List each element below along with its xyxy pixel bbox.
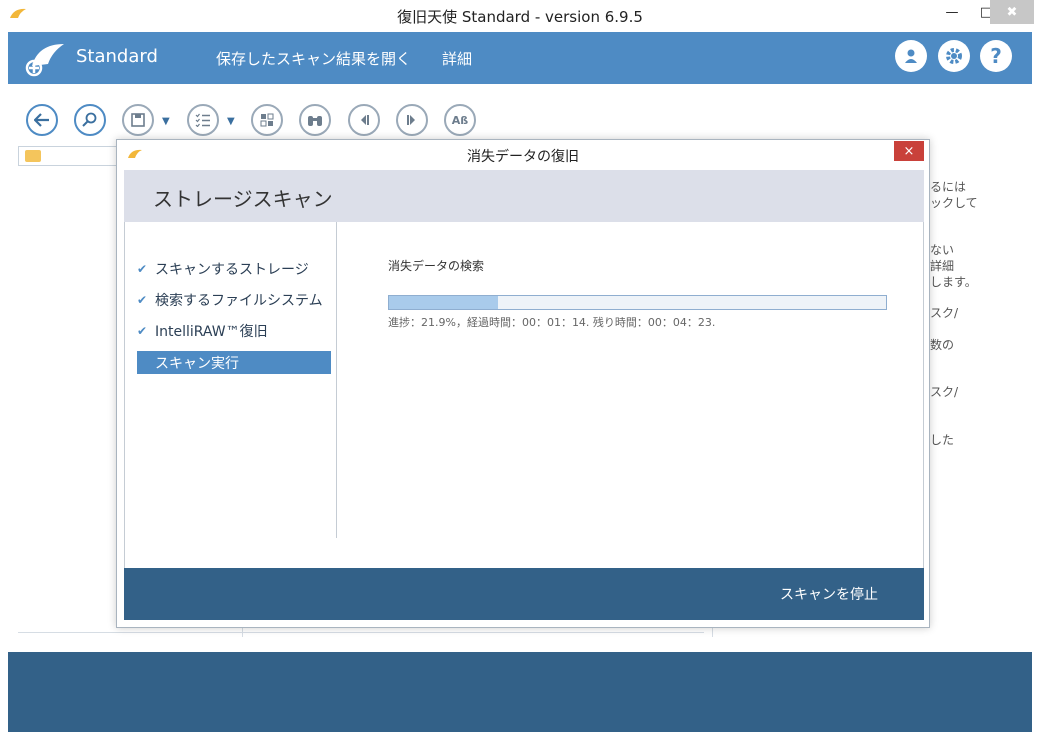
binoculars-icon (308, 116, 322, 126)
next-button[interactable] (396, 104, 428, 136)
save-button[interactable] (122, 104, 154, 136)
find-button[interactable] (299, 104, 331, 136)
magnifier-icon (82, 112, 97, 127)
save-dropdown-caret[interactable]: ▼ (162, 116, 170, 127)
next-icon (407, 115, 415, 125)
checklist-icon (195, 113, 210, 127)
step-label: スキャン実行 (155, 355, 239, 372)
recovery-dialog: 消失データの復旧 × ストレージスキャン ✔ スキャンするストレージ ✔ 検索す… (116, 139, 930, 628)
divider (18, 632, 704, 633)
step-item-active: スキャン実行 (137, 351, 331, 374)
dialog-close-button[interactable]: × (894, 141, 924, 161)
previous-icon (361, 115, 369, 125)
dialog-heading: ストレージスキャン (153, 187, 333, 211)
stop-scan-button[interactable]: スキャンを停止 (780, 584, 878, 604)
brand-label: Standard (76, 46, 158, 67)
dialog-footer: スキャンを停止 (124, 568, 924, 620)
step-item: ✔ スキャンするストレージ (137, 257, 331, 280)
step-item: ✔ 検索するファイルシステム (137, 288, 331, 311)
step-label: スキャンするストレージ (155, 261, 309, 278)
window-titlebar: 復旧天使 Standard - version 6.9.5 — □ ✖ (0, 0, 1040, 32)
search-button[interactable] (74, 104, 106, 136)
help-icon[interactable]: ? (980, 40, 1012, 72)
list-button[interactable] (187, 104, 219, 136)
close-button[interactable]: ✖ (990, 0, 1034, 24)
step-item: ✔ IntelliRAW™復旧 (137, 319, 331, 342)
dialog-body: ✔ スキャンするストレージ ✔ 検索するファイルシステム ✔ IntelliRA… (124, 222, 924, 568)
scan-progress-bar (388, 295, 887, 310)
window-title: 復旧天使 Standard - version 6.9.5 (397, 8, 643, 26)
right-text-line: ない (930, 243, 955, 257)
right-text-line: 詳細 (930, 259, 955, 273)
step-label: IntelliRAW™復旧 (155, 323, 268, 340)
folder-icon (25, 150, 41, 162)
right-text-line: ックして (930, 196, 978, 210)
view-button[interactable] (251, 104, 283, 136)
check-icon: ✔ (137, 323, 148, 338)
search-status-label: 消失データの検索 (388, 259, 485, 273)
right-text-line: スク/ (930, 306, 959, 320)
floppy-icon (131, 113, 145, 127)
check-icon: ✔ (137, 292, 148, 307)
user-icon[interactable] (895, 40, 927, 72)
grid-icon (260, 113, 274, 127)
right-text-line: るには (930, 180, 967, 194)
gear-icon[interactable] (938, 40, 970, 72)
step-list: ✔ スキャンするストレージ ✔ 検索するファイルシステム ✔ IntelliRA… (125, 222, 337, 538)
dialog-title: 消失データの復旧 (467, 149, 579, 165)
folder-tree[interactable] (18, 146, 118, 166)
dialog-header: ストレージスキャン (124, 170, 924, 222)
angel-logo-icon (25, 44, 64, 77)
progress-text: 進捗：21.9%，経過時間：00：01：14. 残り時間：00：04：23. (388, 316, 716, 329)
details-link[interactable]: 詳細 (442, 48, 472, 69)
step-label: 検索するファイルシステム (155, 292, 323, 309)
previous-button[interactable] (348, 104, 380, 136)
right-text-line: した (930, 433, 955, 447)
right-text-line: スク/ (930, 385, 959, 399)
app-header: Standard 保存したスキャン結果を開く 詳細 ? (8, 32, 1032, 84)
open-saved-scan-link[interactable]: 保存したスキャン結果を開く (216, 48, 411, 69)
back-button[interactable] (26, 104, 58, 136)
app-footer (8, 652, 1032, 732)
ab-button[interactable]: Aß (444, 104, 476, 136)
arrow-left-icon (34, 113, 49, 127)
right-text-line: 数の (930, 338, 955, 352)
list-dropdown-caret[interactable]: ▼ (227, 116, 235, 127)
progress-fill (389, 296, 498, 309)
right-text-line: します。 (930, 275, 977, 289)
check-icon: ✔ (137, 261, 148, 276)
toolbar: ▼ ▼ Aß (8, 92, 1032, 144)
